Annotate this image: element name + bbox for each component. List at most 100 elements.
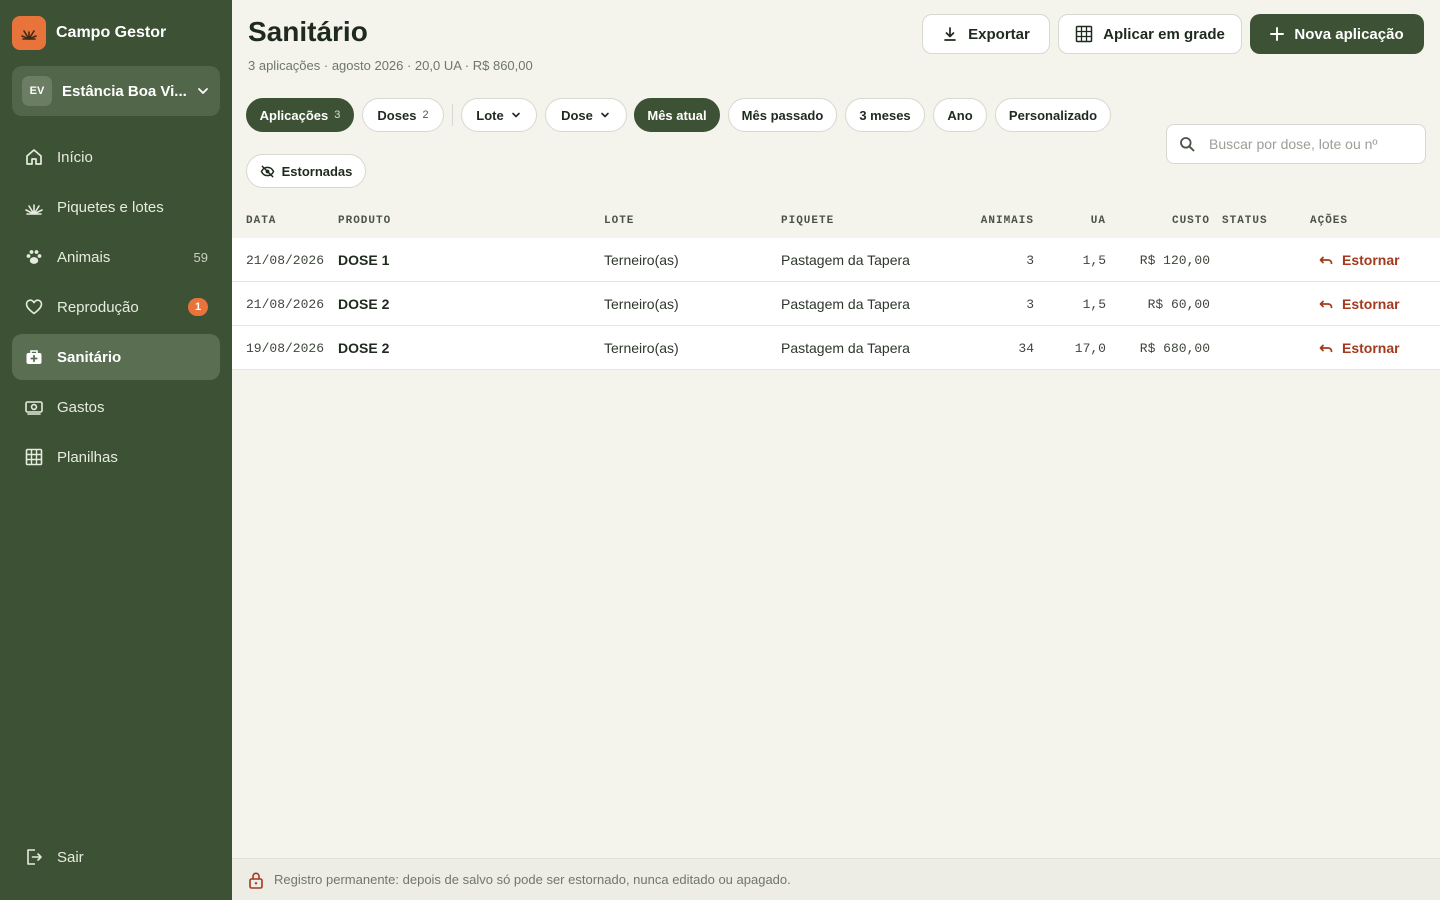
permanent-record-notice: Registro permanente: depois de salvo só … bbox=[232, 858, 1440, 900]
sidebar-item-sanitario[interactable]: Sanitário bbox=[12, 334, 220, 380]
grid-icon bbox=[24, 447, 44, 467]
tab-count: 2 bbox=[422, 109, 429, 121]
reverse-label: Estornar bbox=[1342, 296, 1400, 312]
cell-animals: 3 bbox=[1026, 296, 1034, 312]
search-box[interactable] bbox=[1166, 124, 1426, 164]
grid-icon bbox=[1075, 25, 1093, 43]
cell-cost: R$ 60,00 bbox=[1147, 296, 1210, 312]
new-application-button[interactable]: Nova aplicação bbox=[1250, 14, 1424, 54]
period-last-month[interactable]: Mês passado bbox=[728, 98, 837, 132]
farm-avatar: EV bbox=[22, 76, 52, 106]
cell-product: DOSE 2 bbox=[338, 340, 390, 356]
cell-lot: Terneiro(as) bbox=[604, 340, 679, 356]
table-row[interactable]: 19/08/2026 DOSE 2 Terneiro(as) Pastagem … bbox=[232, 326, 1440, 370]
column-header: STATUS bbox=[1222, 215, 1268, 227]
period-label: 3 meses bbox=[859, 107, 911, 123]
search-icon bbox=[1179, 136, 1195, 152]
main-content: Sanitário 3 aplicações · agosto 2026 · 2… bbox=[232, 0, 1440, 900]
cell-cost: R$ 680,00 bbox=[1139, 340, 1210, 356]
logout-label: Sair bbox=[57, 848, 84, 866]
sidebar-item-inicio[interactable]: Início bbox=[12, 134, 220, 180]
page-subtitle: 3 aplicações · agosto 2026 · 20,0 UA · R… bbox=[248, 58, 533, 73]
applications-table: DATA PRODUTO LOTE PIQUETE ANIMAIS UA CUS… bbox=[232, 200, 1440, 370]
farm-name: Estância Boa Vi... bbox=[62, 82, 187, 100]
sidebar-item-label: Animais bbox=[57, 248, 111, 266]
column-header: PIQUETE bbox=[781, 215, 835, 227]
column-header: CUSTO bbox=[1171, 215, 1210, 227]
period-year[interactable]: Ano bbox=[933, 98, 987, 132]
logout-icon bbox=[24, 847, 44, 867]
period-label: Personalizado bbox=[1008, 107, 1098, 123]
period-label: Ano bbox=[947, 107, 973, 123]
period-label: Mês passado bbox=[741, 107, 824, 123]
reverse-button[interactable]: Estornar bbox=[1318, 238, 1400, 282]
medical-kit-icon bbox=[24, 347, 44, 367]
home-icon bbox=[24, 147, 44, 167]
reverse-button[interactable]: Estornar bbox=[1318, 282, 1400, 326]
sidebar-item-piquetes[interactable]: Piquetes e lotes bbox=[12, 184, 220, 230]
chevron-down-icon bbox=[510, 109, 522, 121]
cell-lot: Terneiro(as) bbox=[604, 296, 679, 312]
chevron-down-icon bbox=[196, 84, 210, 98]
app-name: Campo Gestor bbox=[56, 24, 167, 41]
dropdown-label: Dose bbox=[561, 107, 593, 123]
period-custom[interactable]: Personalizado bbox=[995, 98, 1111, 132]
logo-icon bbox=[12, 16, 46, 50]
brand[interactable]: Campo Gestor bbox=[12, 16, 166, 50]
lock-icon bbox=[248, 871, 264, 889]
notification-badge: 1 bbox=[188, 298, 208, 316]
footer-note: Registro permanente: depois de salvo só … bbox=[274, 872, 791, 887]
cell-cost: R$ 120,00 bbox=[1139, 252, 1210, 268]
cell-paddock: Pastagem da Tapera bbox=[781, 340, 910, 356]
cash-icon bbox=[24, 397, 44, 417]
column-header: AÇÕES bbox=[1310, 215, 1349, 227]
export-button[interactable]: Exportar bbox=[922, 14, 1050, 54]
farm-selector[interactable]: EV Estância Boa Vi... bbox=[12, 66, 220, 116]
period-3-months[interactable]: 3 meses bbox=[845, 98, 925, 132]
sidebar-item-label: Gastos bbox=[57, 398, 105, 416]
cell-lot: Terneiro(as) bbox=[604, 252, 679, 268]
tab-label: Doses bbox=[377, 107, 417, 123]
period-current-month[interactable]: Mês atual bbox=[634, 98, 720, 132]
cell-animals: 34 bbox=[1018, 340, 1034, 356]
cell-paddock: Pastagem da Tapera bbox=[781, 252, 910, 268]
sidebar-item-animais[interactable]: Animais 59 bbox=[12, 234, 220, 280]
sidebar-item-reproducao[interactable]: Reprodução 1 bbox=[12, 284, 220, 330]
cell-date: 21/08/2026 bbox=[246, 252, 325, 268]
heart-icon bbox=[24, 297, 44, 317]
reverse-label: Estornar bbox=[1342, 252, 1400, 268]
cell-product: DOSE 1 bbox=[338, 252, 390, 268]
tab-count: 3 bbox=[334, 109, 341, 121]
show-reversed-toggle[interactable]: Estornadas bbox=[246, 154, 366, 188]
sidebar-item-label: Reprodução bbox=[57, 298, 139, 316]
dose-dropdown[interactable]: Dose bbox=[545, 98, 627, 132]
cell-paddock: Pastagem da Tapera bbox=[781, 296, 910, 312]
lote-dropdown[interactable]: Lote bbox=[461, 98, 537, 132]
reversed-label: Estornadas bbox=[281, 163, 353, 179]
sidebar-item-planilhas[interactable]: Planilhas bbox=[12, 434, 220, 480]
cell-ua: 17,0 bbox=[1074, 340, 1106, 356]
sidebar-item-gastos[interactable]: Gastos bbox=[12, 384, 220, 430]
search-input[interactable] bbox=[1209, 136, 1419, 152]
tab-doses[interactable]: Doses 2 bbox=[362, 98, 444, 132]
cell-date: 19/08/2026 bbox=[246, 340, 325, 356]
column-header: UA bbox=[1090, 215, 1106, 227]
cell-animals: 3 bbox=[1026, 252, 1034, 268]
animals-count: 59 bbox=[193, 249, 208, 265]
sidebar: Campo Gestor EV Estância Boa Vi... Iníci… bbox=[0, 0, 232, 900]
table-row[interactable]: 21/08/2026 DOSE 1 Terneiro(as) Pastagem … bbox=[232, 238, 1440, 282]
undo-icon bbox=[1318, 340, 1334, 356]
eye-off-icon bbox=[260, 164, 275, 179]
chevron-down-icon bbox=[599, 109, 611, 121]
apply-grid-button[interactable]: Aplicar em grade bbox=[1058, 14, 1242, 54]
table-row[interactable]: 21/08/2026 DOSE 2 Terneiro(as) Pastagem … bbox=[232, 282, 1440, 326]
reverse-label: Estornar bbox=[1342, 340, 1400, 356]
sidebar-item-label: Sanitário bbox=[57, 348, 122, 366]
reverse-button[interactable]: Estornar bbox=[1318, 326, 1400, 370]
column-header: LOTE bbox=[604, 215, 635, 227]
logout-button[interactable]: Sair bbox=[12, 834, 220, 880]
table-header: DATA PRODUTO LOTE PIQUETE ANIMAIS UA CUS… bbox=[232, 200, 1440, 238]
table-body: 21/08/2026 DOSE 1 Terneiro(as) Pastagem … bbox=[232, 238, 1440, 370]
tab-aplicacoes[interactable]: Aplicações 3 bbox=[246, 98, 354, 132]
column-header: PRODUTO bbox=[338, 215, 392, 227]
